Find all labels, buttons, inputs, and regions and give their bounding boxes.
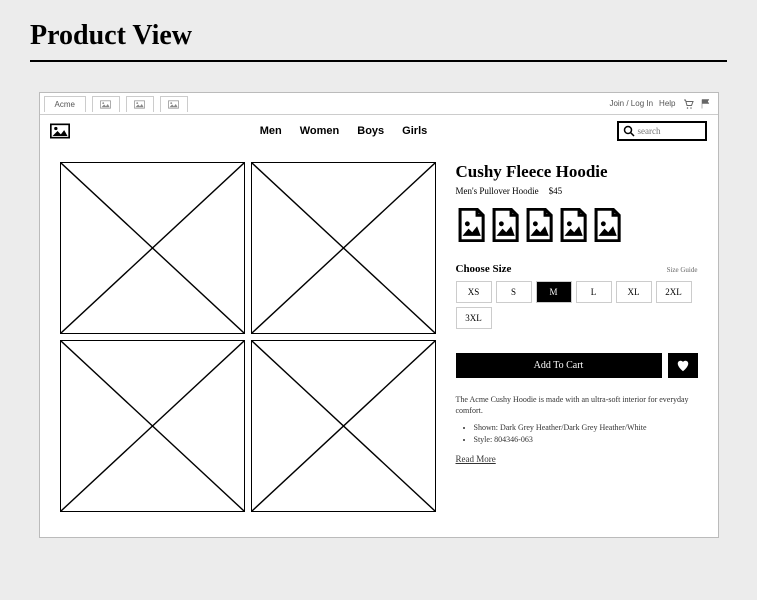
description-bullets: Shown: Dark Grey Heather/Dark Grey Heath… — [474, 422, 698, 444]
variant-thumb-5[interactable] — [592, 208, 622, 245]
size-2xl[interactable]: 2XL — [656, 281, 692, 303]
image-icon — [168, 100, 179, 109]
heart-icon — [676, 359, 690, 373]
product-subtitle-row: Men's Pullover Hoodie $45 — [456, 186, 698, 196]
site-logo[interactable] — [50, 123, 70, 139]
variant-thumb-2[interactable] — [490, 208, 520, 245]
placeholder-x-icon — [61, 341, 244, 511]
product-price: $45 — [549, 186, 563, 196]
wishlist-button[interactable] — [668, 353, 698, 378]
product-title: Cushy Fleece Hoodie — [456, 162, 698, 182]
search-box[interactable] — [617, 121, 707, 141]
size-s[interactable]: S — [496, 281, 532, 303]
image-file-icon — [456, 208, 486, 242]
search-input[interactable] — [637, 126, 701, 136]
browser-tab-placeholder-1[interactable] — [92, 96, 120, 112]
size-header: Choose Size Size Guide — [456, 263, 698, 275]
gallery-image-2[interactable] — [251, 162, 436, 334]
image-file-icon — [558, 208, 588, 242]
size-xs[interactable]: XS — [456, 281, 492, 303]
image-icon — [100, 100, 111, 109]
browser-tab-placeholder-2[interactable] — [126, 96, 154, 112]
product-details: Cushy Fleece Hoodie Men's Pullover Hoodi… — [456, 162, 698, 512]
browser-window: Acme Join / Log In Help Men Women Boys G… — [39, 92, 719, 538]
bullet-style: Style: 804346-063 — [474, 434, 698, 445]
image-file-icon — [524, 208, 554, 242]
product-description: The Acme Cushy Hoodie is made with an ul… — [456, 394, 698, 465]
size-l[interactable]: L — [576, 281, 612, 303]
nav-men[interactable]: Men — [260, 125, 282, 137]
read-more-link[interactable]: Read More — [456, 454, 496, 464]
placeholder-x-icon — [61, 163, 244, 333]
placeholder-x-icon — [252, 163, 435, 333]
page-title-rule — [30, 60, 727, 62]
image-file-icon — [490, 208, 520, 242]
variant-thumb-4[interactable] — [558, 208, 588, 245]
image-icon — [50, 123, 70, 139]
product-subtitle: Men's Pullover Hoodie — [456, 186, 539, 196]
site-header: Men Women Boys Girls — [40, 115, 718, 147]
size-guide-link[interactable]: Size Guide — [667, 266, 698, 274]
main-nav: Men Women Boys Girls — [260, 125, 428, 137]
join-login-link[interactable]: Join / Log In — [609, 99, 653, 108]
flag-icon[interactable] — [700, 98, 712, 110]
choose-size-label: Choose Size — [456, 263, 512, 275]
search-icon — [623, 125, 635, 137]
variant-thumb-3[interactable] — [524, 208, 554, 245]
add-to-cart-button[interactable]: Add To Cart — [456, 353, 662, 378]
browser-top-right: Join / Log In Help — [609, 98, 717, 110]
browser-tab-acme[interactable]: Acme — [44, 96, 86, 112]
gallery-image-3[interactable] — [60, 340, 245, 512]
product-content: Cushy Fleece Hoodie Men's Pullover Hoodi… — [40, 147, 718, 537]
placeholder-x-icon — [252, 341, 435, 511]
gallery-image-1[interactable] — [60, 162, 245, 334]
nav-girls[interactable]: Girls — [402, 125, 427, 137]
gallery-image-4[interactable] — [251, 340, 436, 512]
image-icon — [134, 100, 145, 109]
size-m[interactable]: M — [536, 281, 572, 303]
browser-tab-bar: Acme Join / Log In Help — [40, 93, 718, 115]
nav-women[interactable]: Women — [300, 125, 340, 137]
variant-thumb-1[interactable] — [456, 208, 486, 245]
help-link[interactable]: Help — [659, 99, 675, 108]
cart-row: Add To Cart — [456, 353, 698, 378]
size-3xl[interactable]: 3XL — [456, 307, 492, 329]
cart-icon[interactable] — [682, 98, 694, 110]
bullet-shown: Shown: Dark Grey Heather/Dark Grey Heath… — [474, 422, 698, 433]
product-gallery — [60, 162, 436, 512]
nav-boys[interactable]: Boys — [357, 125, 384, 137]
description-text: The Acme Cushy Hoodie is made with an ul… — [456, 394, 698, 416]
page-title: Product View — [30, 20, 727, 52]
size-xl[interactable]: XL — [616, 281, 652, 303]
size-options: XS S M L XL 2XL 3XL — [456, 281, 698, 329]
browser-tab-placeholder-3[interactable] — [160, 96, 188, 112]
image-file-icon — [592, 208, 622, 242]
variant-thumbnails — [456, 208, 698, 245]
